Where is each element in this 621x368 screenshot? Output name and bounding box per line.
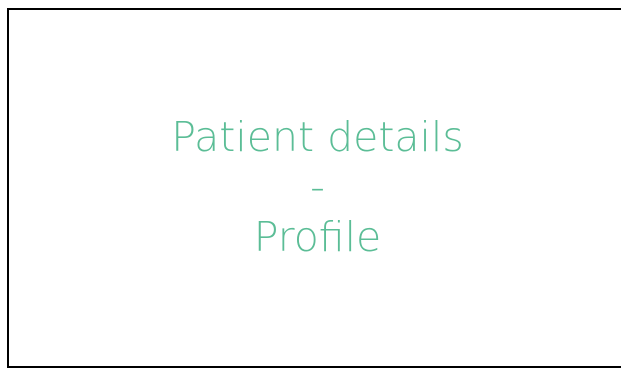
title-main: Patient details xyxy=(171,113,464,161)
page-title: Patient details - Profile xyxy=(7,112,621,262)
title-sub: Profile xyxy=(253,213,382,261)
title-separator: - xyxy=(310,163,325,211)
